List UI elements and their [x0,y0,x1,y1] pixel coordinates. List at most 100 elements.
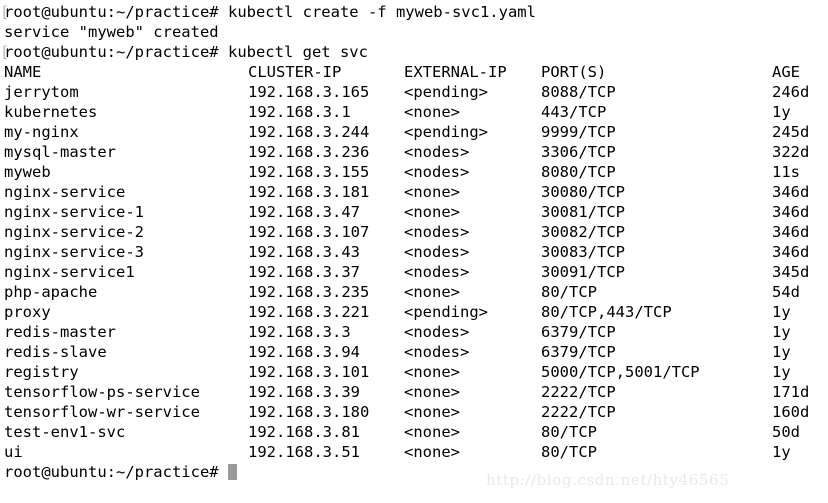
cell-external-ip: <nodes> [404,243,470,261]
cell-external-ip: <none> [404,383,460,401]
table-row: nginx-service 192.168.3.181 <none> 30080/TC… [4,182,828,202]
cell-age: 11s [772,163,800,181]
cell-external-ip: <none> [404,103,460,121]
cell-age: 1y [772,363,791,381]
cell-age: 246d [772,83,810,101]
column-header-name: NAME [4,63,42,81]
watermark-text: http://blog.csdn.net/hty46565 [486,471,730,489]
cell-service-name: nginx-service1 [4,263,135,281]
cell-age: 346d [772,183,810,201]
table-row: my-nginx 192.168.3.244 <pending> 9999/TCP 24… [4,122,828,142]
cell-external-ip: <pending> [404,303,488,321]
cell-age: 1y [772,343,791,361]
column-header-cluster-ip: CLUSTER-IP [248,63,342,81]
table-row: test-env1-svc 192.168.3.81 <none> 80/TCP 50d [4,422,828,442]
cell-service-name: kubernetes [4,103,98,121]
cell-external-ip: <none> [404,183,460,201]
table-row: redis-master 192.168.3.3 <nodes> 6379/TCP 1y [4,322,828,342]
cell-ports: 80/TCP,443/TCP [541,303,672,321]
table-row: ui 192.168.3.51 <none> 80/TCP 1y [4,442,828,462]
command-text-create: kubectl create -f myweb-svc1.yaml [227,3,536,21]
cell-ports: 6379/TCP [541,323,616,341]
table-row: kubernetes 192.168.3.1 <none> 443/TCP 1y [4,102,828,122]
table-row: myweb 192.168.3.155 <nodes> 8080/TCP 11s [4,162,828,182]
table-row: proxy 192.168.3.221 <pending> 80/TCP,443/TC… [4,302,828,322]
cell-ports: 80/TCP [541,423,597,441]
cell-cluster-ip: 192.168.3.101 [248,363,370,381]
table-row: nginx-service-2 192.168.3.107 <nodes> 30082… [4,222,828,242]
cell-service-name: nginx-service-1 [4,203,144,221]
cell-external-ip: <nodes> [404,163,470,181]
cell-ports: 2222/TCP [541,403,616,421]
cell-age: 346d [772,203,810,221]
shell-prompt: root@ubuntu:~/practice# [4,43,219,61]
cell-cluster-ip: 192.168.3.221 [248,303,370,321]
cell-service-name: test-env1-svc [4,423,126,441]
cell-cluster-ip: 192.168.3.244 [248,123,370,141]
command-text-get-svc: kubectl get svc [227,43,368,61]
cell-age: 1y [772,443,791,461]
cell-external-ip: <none> [404,423,460,441]
terminal-window[interactable]: [ [ root@ubuntu:~/practice# kubectl crea… [0,0,828,503]
cell-cluster-ip: 192.168.3.180 [248,403,370,421]
cell-ports: 80/TCP [541,443,597,461]
cell-external-ip: <nodes> [404,323,470,341]
cell-ports: 6379/TCP [541,343,616,361]
cell-external-ip: <none> [404,363,460,381]
cell-age: 50d [772,423,800,441]
cell-age: 1y [772,103,791,121]
cell-service-name: my-nginx [4,123,79,141]
cell-cluster-ip: 192.168.3.107 [248,223,370,241]
cell-service-name: tensorflow-wr-service [4,403,200,421]
cell-external-ip: <none> [404,203,460,221]
table-row: nginx-service-1 192.168.3.47 <none> 30081/T… [4,202,828,222]
table-header-row: NAME CLUSTER-IP EXTERNAL-IP PORT(S) AGE [4,62,828,82]
window-edge-artifact-2: [ [0,43,10,61]
cell-age: 54d [772,283,800,301]
column-header-external-ip: EXTERNAL-IP [404,63,507,81]
cell-ports: 9999/TCP [541,123,616,141]
cell-age: 160d [772,403,810,421]
cell-service-name: ui [4,443,23,461]
cell-ports: 30083/TCP [541,243,625,261]
cell-age: 1y [772,303,791,321]
cell-age: 345d [772,263,810,281]
cell-ports: 443/TCP [541,103,607,121]
cell-service-name: myweb [4,163,51,181]
cell-cluster-ip: 192.168.3.37 [248,263,360,281]
cell-service-name: nginx-service [4,183,126,201]
cell-cluster-ip: 192.168.3.43 [248,243,360,261]
cell-ports: 30080/TCP [541,183,625,201]
cell-external-ip: <none> [404,443,460,461]
cell-service-name: nginx-service-3 [4,243,144,261]
cell-service-name: registry [4,363,79,381]
cell-service-name: redis-master [4,323,116,341]
block-cursor-icon [227,464,237,480]
cell-external-ip: <pending> [404,83,488,101]
terminal-output: root@ubuntu:~/practice# kubectl create -… [4,2,828,482]
cell-cluster-ip: 192.168.3.51 [248,443,360,461]
column-header-ports: PORT(S) [541,63,607,81]
cell-external-ip: <nodes> [404,223,470,241]
cell-cluster-ip: 192.168.3.81 [248,423,360,441]
table-row: mysql-master 192.168.3.236 <nodes> 3306/TCP… [4,142,828,162]
cell-age: 346d [772,243,810,261]
cell-ports: 80/TCP [541,283,597,301]
cell-ports: 30081/TCP [541,203,625,221]
cell-external-ip: <nodes> [404,343,470,361]
cell-service-name: php-apache [4,283,98,301]
cell-service-name: proxy [4,303,51,321]
cell-ports: 30082/TCP [541,223,625,241]
table-row: nginx-service1 192.168.3.37 <nodes> 30091/T… [4,262,828,282]
cell-ports: 3306/TCP [541,143,616,161]
cell-cluster-ip: 192.168.3.165 [248,83,370,101]
cell-service-name: redis-slave [4,343,107,361]
column-header-age: AGE [772,63,800,81]
cell-cluster-ip: 192.168.3.155 [248,163,370,181]
cell-service-name: mysql-master [4,143,116,161]
table-row: tensorflow-wr-service 192.168.3.180 <none>… [4,402,828,422]
cell-cluster-ip: 192.168.3.39 [248,383,360,401]
cell-ports: 2222/TCP [541,383,616,401]
